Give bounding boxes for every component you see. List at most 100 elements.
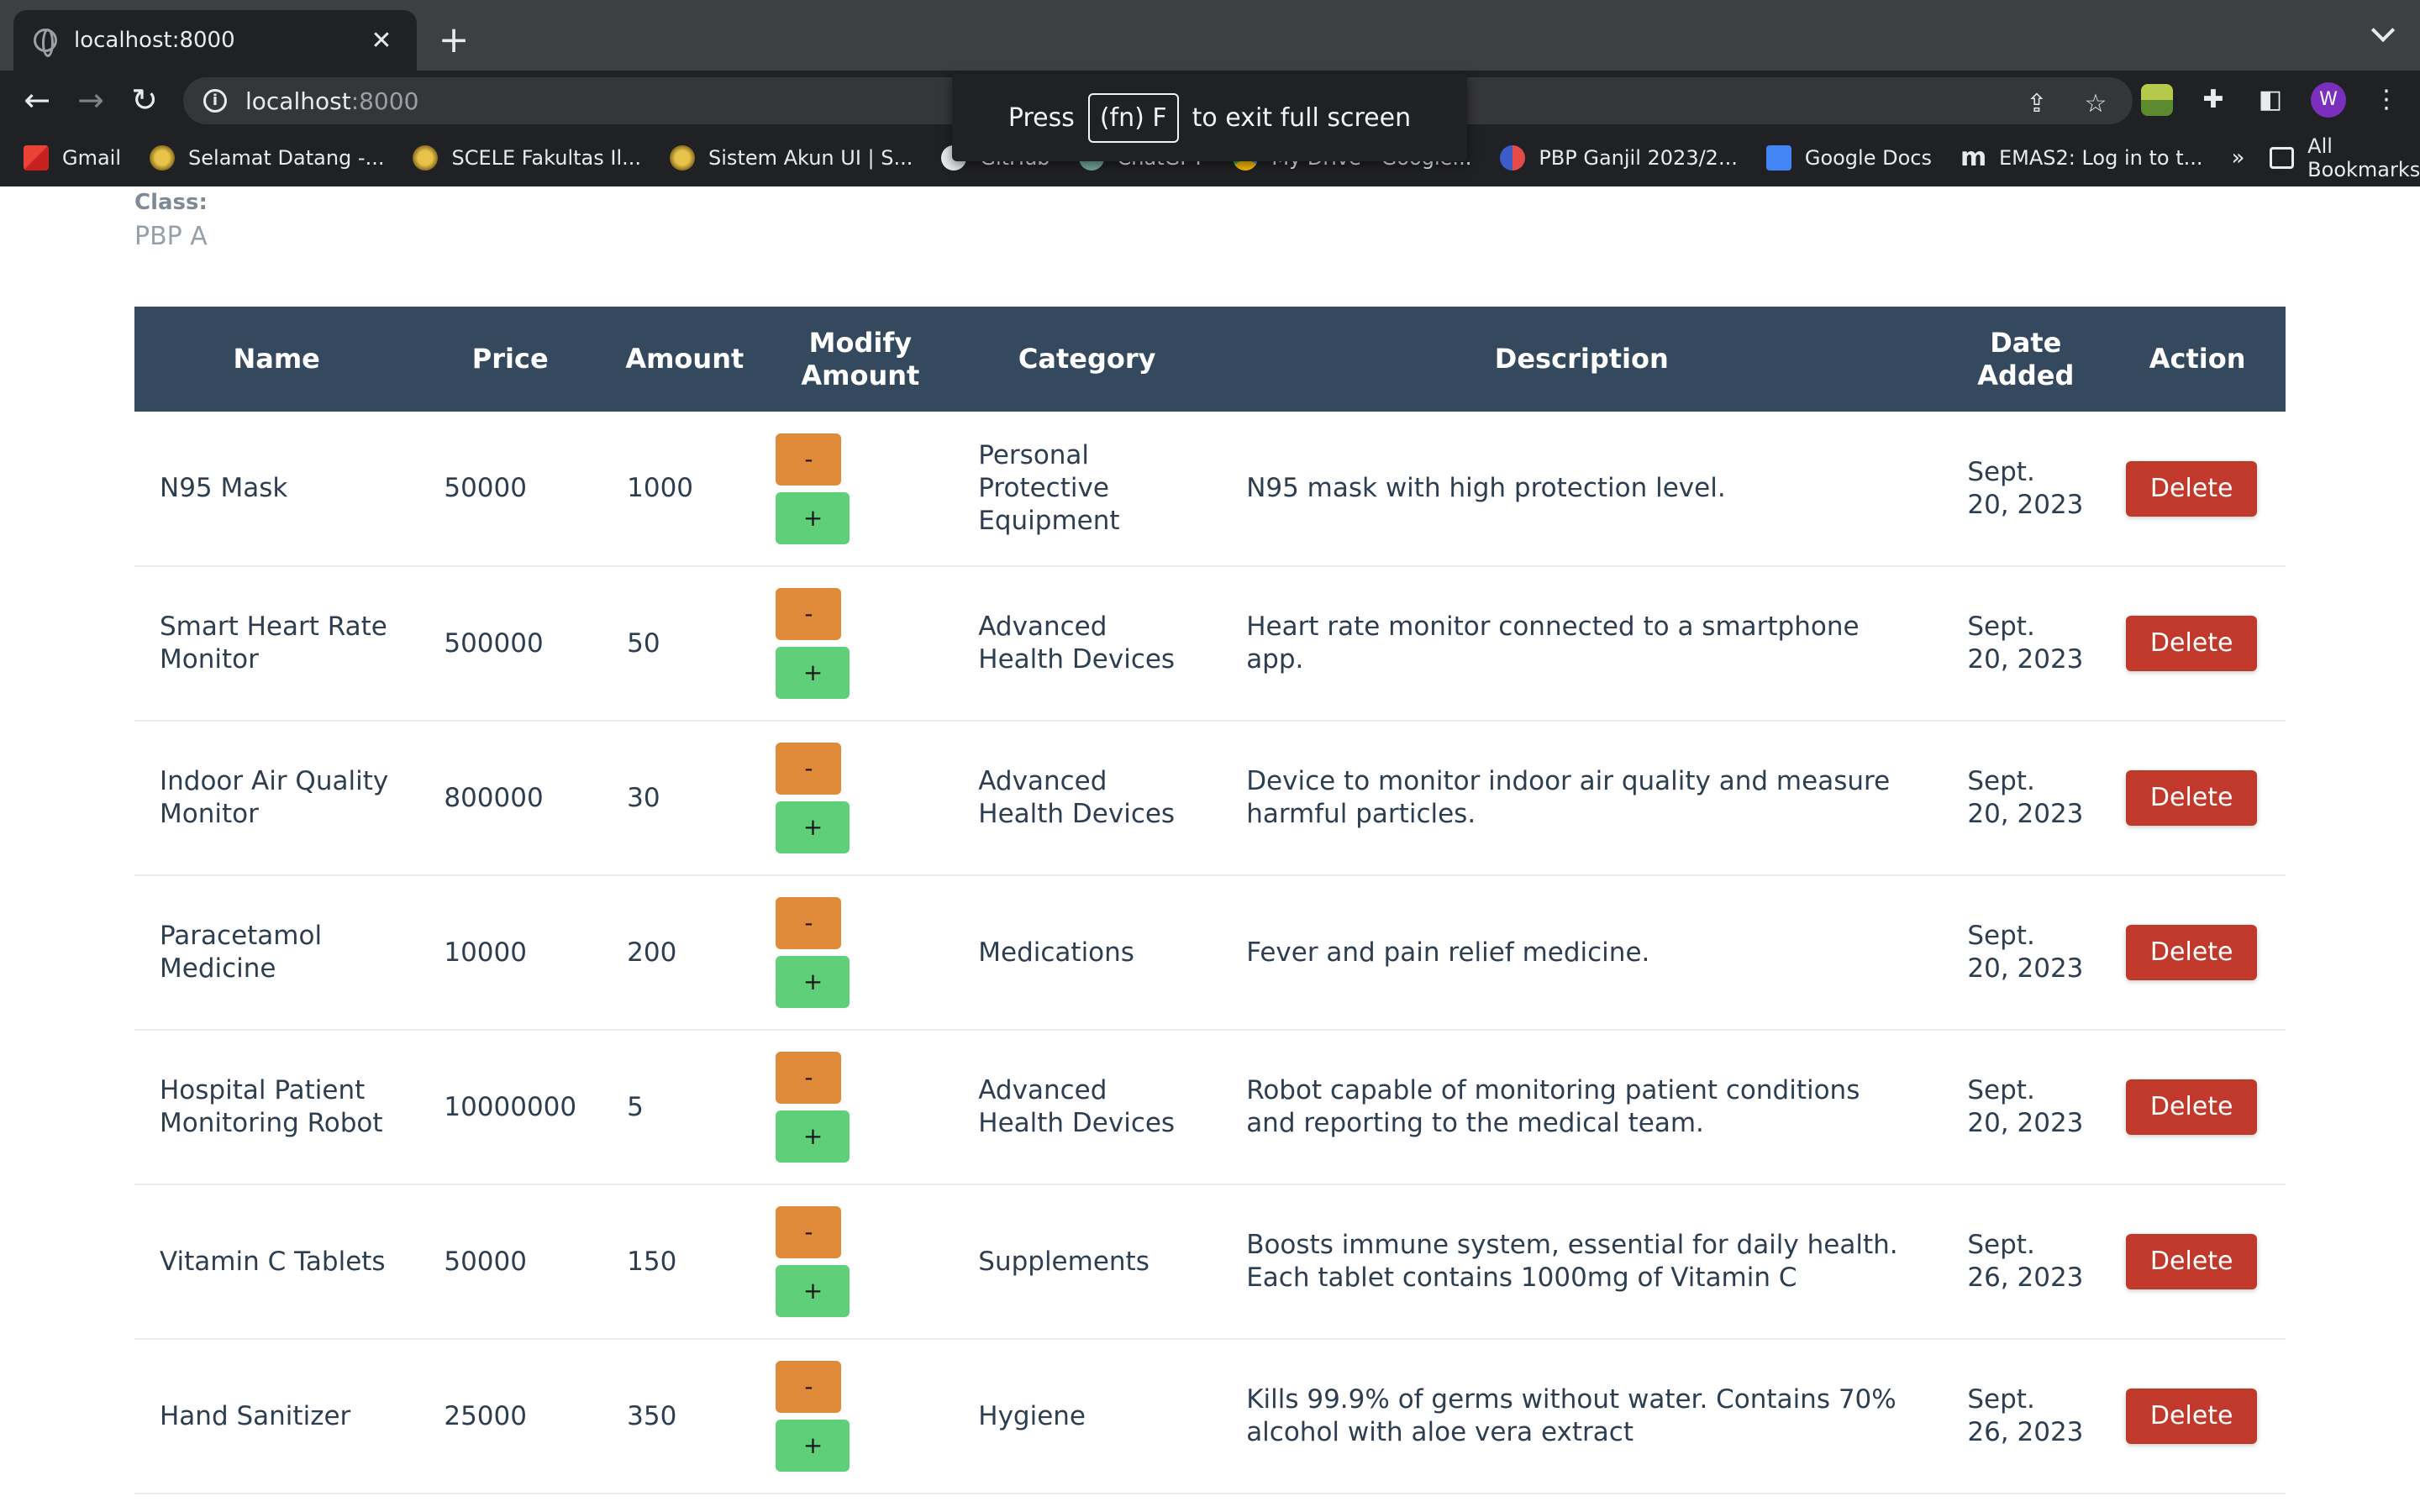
modify-buttons: - + [776, 433, 850, 544]
reload-icon[interactable]: ↻ [126, 82, 163, 119]
delete-button[interactable]: Delete [2126, 616, 2258, 671]
delete-button[interactable]: Delete [2126, 770, 2258, 826]
bookmark-scele[interactable]: SCELE Fakultas Il... [413, 145, 641, 171]
cell-description: Device to monitor indoor air quality and… [1246, 766, 1891, 829]
extension-app-icon[interactable] [2141, 84, 2173, 116]
cell-price: 50000 [444, 473, 527, 503]
site-info-icon[interactable]: i [203, 89, 227, 113]
cell-description: Heart rate monitor connected to a smartp… [1246, 612, 1860, 675]
bookmark-pbp[interactable]: PBP Ganjil 2023/2... [1500, 145, 1738, 171]
delete-button[interactable]: Delete [2126, 1389, 2258, 1444]
product-table-wrapper: Name Price Amount Modify Amount Category … [134, 307, 2286, 1494]
decrement-button[interactable]: - [776, 897, 842, 949]
delete-button[interactable]: Delete [2126, 1079, 2258, 1135]
header-date-line1: Date [1990, 326, 2062, 359]
cell-date-added: Sept. 20, 2023 [1967, 766, 2084, 829]
table-row: Paracetamol Medicine 10000 200- + Medication… [134, 875, 2286, 1030]
bookmark-gmail[interactable]: Gmail [24, 145, 121, 171]
cell-amount: 150 [627, 1246, 677, 1277]
cell-amount: 30 [627, 782, 660, 813]
table-row: Hand Sanitizer 25000 350- + Hygiene Kills 99.… [134, 1339, 2286, 1494]
bookmark-google-docs[interactable]: Google Docs [1765, 145, 1932, 171]
docs-icon [1765, 145, 1791, 171]
header-name: Name [233, 343, 320, 375]
back-arrow-icon[interactable]: ← [18, 82, 55, 119]
side-panel-icon[interactable]: ◧ [2254, 83, 2287, 117]
bookmark-selamat-datang[interactable]: Selamat Datang -... [150, 145, 384, 171]
table-body: N95 Mask 50000 1000- + Personal Protective E… [134, 412, 2286, 1494]
increment-button[interactable]: + [776, 1265, 850, 1317]
cell-date-added: Sept. 20, 2023 [1967, 1075, 2084, 1138]
browser-chrome: localhost:8000 ✕ + ← → ↻ i localhost:800… [0, 0, 2420, 186]
puzzle-extensions-icon[interactable]: ✚ [2196, 83, 2230, 117]
url-text: localhost:8000 [245, 87, 418, 115]
increment-button[interactable]: + [776, 801, 850, 853]
bookmark-label: Google Docs [1804, 146, 1932, 170]
cell-description: Fever and pain relief medicine. [1246, 937, 1650, 968]
bookmark-label: SCELE Fakultas Il... [451, 146, 642, 170]
cell-action: Delete [2109, 721, 2286, 875]
cell-amount: 50 [627, 627, 660, 659]
increment-button[interactable]: + [776, 491, 850, 544]
profile-avatar[interactable]: W [2311, 82, 2346, 118]
table-row: N95 Mask 50000 1000 - + Personal Protective E… [134, 412, 2286, 566]
close-tab-icon[interactable]: ✕ [366, 26, 397, 55]
increment-button[interactable]: + [776, 647, 850, 699]
ui-seal-icon [150, 145, 176, 171]
cell-modify-amount: - + [767, 412, 953, 566]
cell-price: 800000 [444, 782, 544, 813]
increment-button[interactable]: + [776, 1420, 850, 1472]
tab-title: localhost:8000 [74, 28, 235, 53]
emas-icon: m [1960, 143, 1987, 172]
decrement-button[interactable]: - [776, 588, 842, 640]
cell-price: 500000 [444, 627, 544, 659]
url-host: localhost [245, 87, 351, 115]
cell-action: Delete [2109, 875, 2286, 1030]
class-value: PBP A [134, 222, 208, 251]
header-action: Action [2149, 343, 2246, 375]
increment-button[interactable]: + [776, 1110, 850, 1163]
globe-icon [34, 29, 57, 57]
increment-button[interactable]: + [776, 956, 850, 1008]
forward-arrow-icon[interactable]: → [72, 82, 109, 119]
browser-tab[interactable]: localhost:8000 ✕ [13, 10, 417, 71]
new-tab-button[interactable]: + [437, 18, 471, 62]
bookmark-sistem-akun[interactable]: Sistem Akun UI | S... [670, 145, 913, 171]
cell-category: Personal Protective Equipment [978, 440, 1120, 536]
cell-action: Delete [2109, 1030, 2286, 1184]
page-content: Class: PBP A Name Price Amount Modify Amo… [0, 186, 2420, 1512]
share-icon[interactable]: ⇪ [2020, 87, 2054, 121]
cell-category: Advanced Health Devices [978, 612, 1176, 675]
cell-name: Smart Heart Rate Monitor [160, 612, 387, 675]
tab-search-chevron-icon[interactable] [2371, 22, 2395, 45]
cell-description: N95 mask with high protection level. [1246, 473, 1726, 503]
all-bookmarks-folder[interactable]: All Bookmarks [2270, 134, 2420, 181]
cell-name: N95 Mask [160, 473, 288, 503]
bookmark-emas2[interactable]: m EMAS2: Log in to t... [1960, 145, 2203, 171]
decrement-button[interactable]: - [776, 1052, 842, 1104]
delete-button[interactable]: Delete [2126, 460, 2258, 517]
class-label: Class: [134, 190, 208, 215]
decrement-button[interactable]: - [776, 743, 842, 795]
cell-name: Paracetamol Medicine [160, 921, 323, 984]
more-bookmarks-chevron[interactable]: » [2232, 145, 2245, 171]
cell-modify-amount: - + [767, 566, 953, 721]
cell-action: Delete [2109, 1184, 2286, 1339]
delete-button[interactable]: Delete [2126, 1234, 2258, 1289]
cell-date-added: Sept. 20, 2023 [1967, 612, 2084, 675]
decrement-button[interactable]: - [776, 1361, 842, 1413]
header-modify-amount: Modify Amount [767, 307, 953, 412]
cell-description: Kills 99.9% of germs without water. Cont… [1246, 1384, 1897, 1447]
decrement-button[interactable]: - [776, 433, 842, 486]
bookmark-star-icon[interactable]: ☆ [2079, 87, 2112, 121]
bookmark-label: Selamat Datang -... [188, 146, 385, 170]
cell-amount: 5 [627, 1091, 644, 1122]
header-description: Description [1494, 343, 1669, 375]
cell-name: Hand Sanitizer [160, 1400, 351, 1431]
delete-button[interactable]: Delete [2126, 925, 2258, 980]
bookmark-label: EMAS2: Log in to t... [1998, 146, 2203, 170]
decrement-button[interactable]: - [776, 1206, 842, 1258]
header-price: Price [471, 343, 549, 375]
cell-date-added: Sept. 20, 2023 [1967, 456, 2084, 520]
more-menu-icon[interactable]: ⋮ [2370, 83, 2403, 117]
